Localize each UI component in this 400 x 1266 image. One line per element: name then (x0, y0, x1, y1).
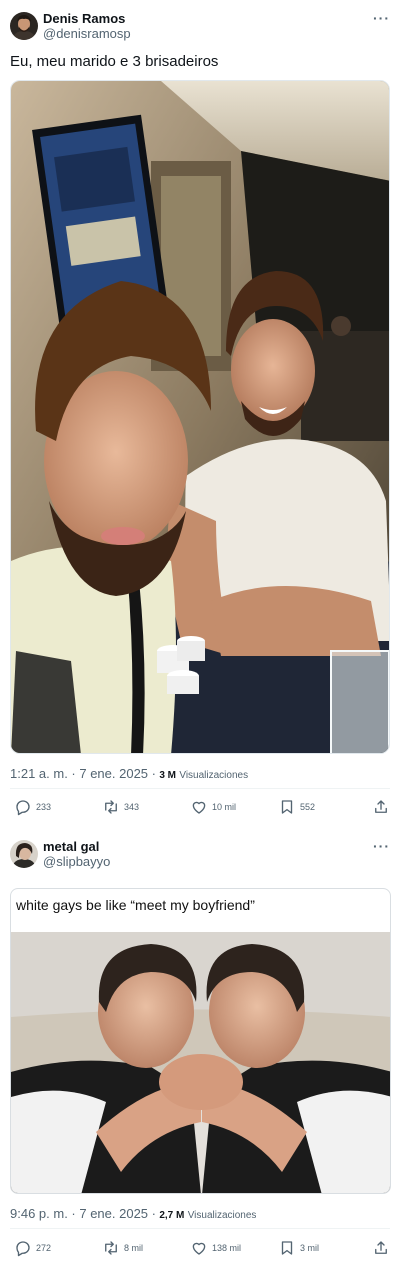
retweet-button[interactable]: 343 (102, 797, 139, 817)
mirrored-photo (11, 932, 390, 1193)
like-count: 138 mil (212, 1243, 242, 1253)
avatar[interactable] (10, 840, 38, 868)
separator (10, 788, 390, 789)
bookmark-icon (281, 1241, 293, 1255)
author-info[interactable]: metal gal @slipbayyo (43, 839, 110, 870)
action-bar: 233 343 10 mil 552 (14, 797, 390, 817)
author-name[interactable]: metal gal (43, 839, 110, 854)
retweet-button[interactable]: 8 mil (102, 1238, 143, 1258)
retweet-count: 343 (124, 802, 140, 812)
quoted-image[interactable]: white gays be like “meet my boyfriend” (10, 888, 391, 1194)
retweet-count: 8 mil (124, 1243, 144, 1253)
tweet-header: metal gal @slipbayyo ··· (10, 838, 390, 870)
views-count: 3 M (159, 770, 176, 781)
retweet-icon (105, 800, 117, 814)
bookmark-count: 552 (300, 802, 316, 812)
like-icon (192, 801, 206, 814)
views-label: Visualizaciones (187, 1210, 257, 1221)
share-button[interactable] (372, 1238, 390, 1258)
quoted-caption: white gays be like “meet my boyfriend” (16, 897, 255, 913)
bookmark-button[interactable]: 552 (278, 797, 315, 817)
tweet: metal gal @slipbayyo ··· white gays be l… (0, 828, 400, 1266)
author-info[interactable]: Denis Ramos @denisramosp (43, 11, 131, 42)
action-bar: 272 8 mil 138 mil 3 mil (14, 1238, 390, 1258)
share-icon (375, 1241, 387, 1254)
timestamp[interactable]: 1:21 a. m. · 7 ene. 2025 · (10, 766, 156, 781)
author-name[interactable]: Denis Ramos (43, 11, 131, 26)
tweet-photo[interactable] (10, 80, 390, 754)
tweet-meta: 1:21 a. m. · 7 ene. 2025 · 3 M Visualiza… (10, 766, 248, 784)
timestamp[interactable]: 9:46 p. m. · 7 ene. 2025 · (10, 1206, 156, 1221)
like-button[interactable]: 138 mil (190, 1238, 241, 1258)
views-count: 2,7 M (159, 1210, 185, 1221)
reply-count: 233 (36, 802, 52, 812)
more-options-icon[interactable]: ··· (373, 839, 390, 853)
reply-button[interactable]: 272 (14, 1238, 51, 1258)
bookmark-count: 3 mil (300, 1243, 320, 1253)
like-count: 10 mil (212, 802, 237, 812)
reply-icon (16, 1241, 30, 1257)
tweet-header: Denis Ramos @denisramosp ··· (10, 10, 390, 42)
views-label: Visualizaciones (179, 770, 249, 781)
author-handle[interactable]: @denisramosp (43, 26, 131, 42)
avatar[interactable] (10, 12, 38, 40)
like-button[interactable]: 10 mil (190, 797, 236, 817)
bookmark-button[interactable]: 3 mil (278, 1238, 319, 1258)
reply-icon (16, 800, 30, 816)
author-handle[interactable]: @slipbayyo (43, 854, 110, 870)
tweet-text: Eu, meu marido e 3 brisadeiros (10, 53, 219, 70)
retweet-icon (105, 1241, 117, 1255)
reply-button[interactable]: 233 (14, 797, 51, 817)
separator (10, 1228, 390, 1229)
share-icon (375, 800, 387, 813)
bookmark-icon (281, 800, 293, 814)
reply-count: 272 (36, 1243, 52, 1253)
more-options-icon[interactable]: ··· (373, 11, 390, 25)
like-icon (192, 1242, 206, 1255)
tweet-meta: 9:46 p. m. · 7 ene. 2025 · 2,7 M Visuali… (10, 1206, 256, 1224)
share-button[interactable] (372, 797, 390, 817)
tweet: Denis Ramos @denisramosp ··· Eu, meu mar… (0, 0, 400, 828)
